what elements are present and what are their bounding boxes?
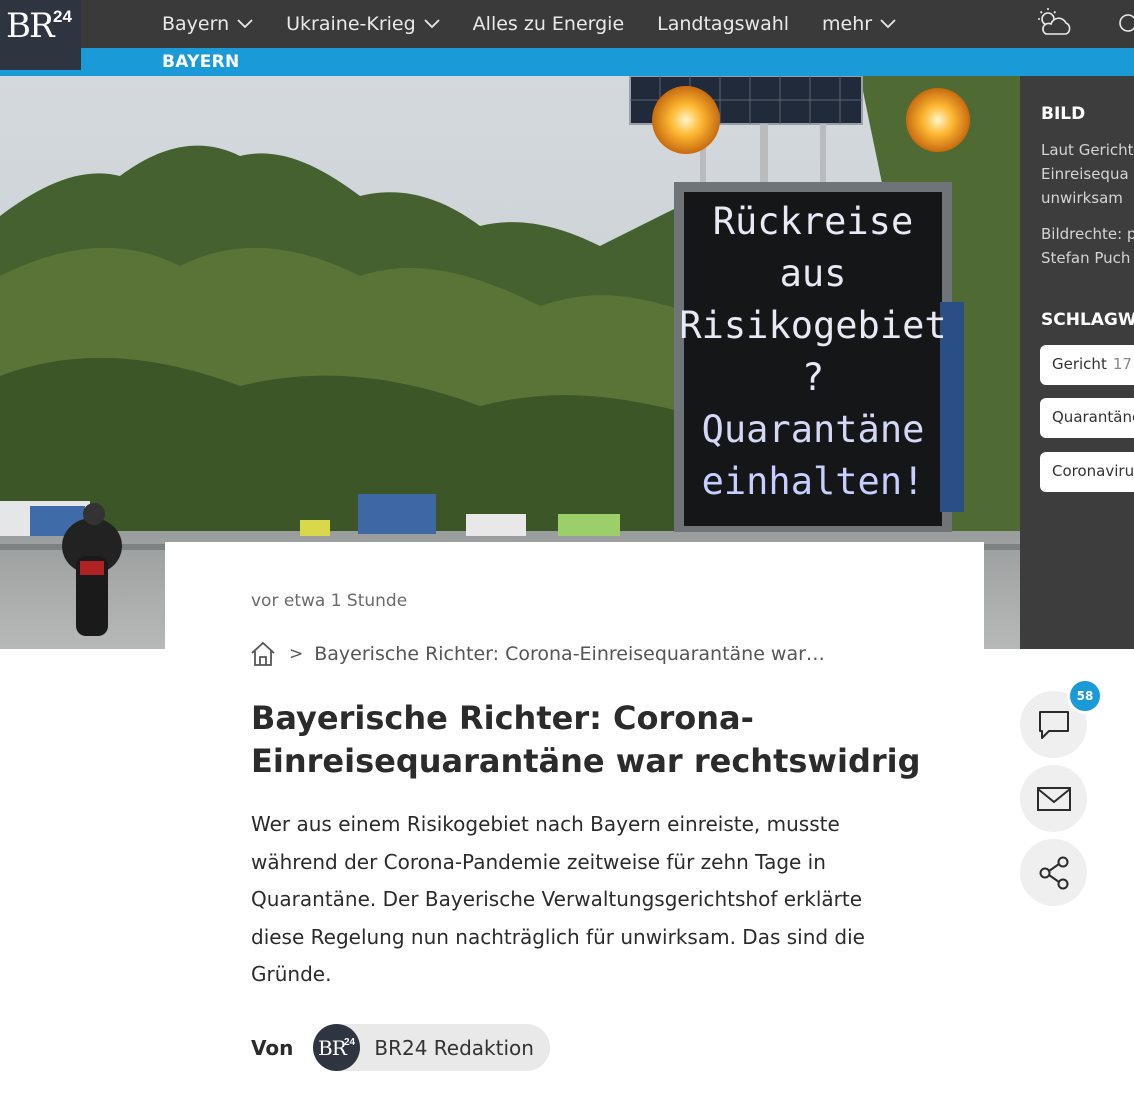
bild-heading: BILD: [1041, 104, 1086, 124]
svg-text:24: 24: [53, 7, 72, 26]
credit-line: Bildrechte: p: [1041, 225, 1134, 243]
nav-item-label: mehr: [822, 13, 873, 35]
avatar: BR 24: [313, 1024, 361, 1071]
nav-item-label: Landtagswahl: [657, 13, 790, 35]
tag-gericht[interactable]: Gericht 17: [1040, 345, 1134, 385]
section-bar: BAYERN: [0, 48, 1134, 76]
tag-count: 17: [1112, 355, 1132, 373]
more-icon[interactable]: [1116, 10, 1134, 40]
byline: Von BR 24 BR24 Redaktion: [251, 1024, 550, 1071]
caption-line: unwirksam: [1041, 189, 1123, 207]
nav-item-energie[interactable]: Alles zu Energie: [473, 13, 624, 35]
top-navigation-bar: Bayern Ukraine-Krieg Alles zu Energie La…: [0, 0, 1134, 48]
byline-prefix: Von: [251, 1035, 294, 1060]
breadcrumb-current: Bayerische Richter: Corona-Einreisequara…: [314, 643, 825, 665]
sign-line: Risikogebiet: [679, 304, 946, 347]
chevron-down-icon: [880, 19, 896, 29]
nav-item-label: Alles zu Energie: [472, 13, 625, 35]
partly-cloudy-icon: [1038, 8, 1071, 35]
chevron-down-icon: [237, 19, 253, 29]
tag-label: Coronaviru: [1052, 462, 1134, 480]
sign-line: einhalten!: [702, 460, 925, 503]
section-label[interactable]: BAYERN: [162, 52, 240, 72]
nav-item-label: Bayern: [162, 13, 230, 35]
article-teaser: Wer aus einem Risikogebiet nach Bayern e…: [251, 812, 865, 986]
home-icon[interactable]: [249, 640, 277, 668]
svg-text:BR: BR: [6, 6, 56, 44]
weather-widget[interactable]: [1034, 6, 1074, 42]
email-share-button[interactable]: [1020, 765, 1087, 832]
comment-count-badge: 58: [1067, 678, 1103, 714]
br24-logo[interactable]: BR 24: [0, 0, 81, 70]
nav-item-bayern[interactable]: Bayern: [162, 13, 253, 35]
breadcrumb: > Bayerische Richter: Corona-Einreisequa…: [249, 640, 825, 668]
tags-heading: SCHLAGWO: [1041, 310, 1134, 330]
br24-logo-mark: BR 24: [318, 1036, 356, 1060]
tag-quarantaene[interactable]: Quarantäne: [1040, 398, 1134, 438]
main-nav: Bayern Ukraine-Krieg Alles zu Energie La…: [162, 0, 929, 48]
breadcrumb-separator: >: [289, 644, 304, 664]
author-name: BR24 Redaktion: [374, 1035, 534, 1060]
tag-coronavirus[interactable]: Coronaviru: [1040, 452, 1134, 492]
sign-line: aus: [780, 252, 847, 295]
svg-text:24: 24: [344, 1037, 356, 1048]
br24-logo-mark: BR 24: [6, 6, 72, 44]
credit-line: Stefan Puch: [1041, 249, 1131, 267]
tag-label: Gericht: [1052, 355, 1107, 373]
chevron-down-icon: [424, 19, 440, 29]
sign-line: Quarantäne: [702, 408, 925, 451]
mail-icon: [1036, 786, 1071, 811]
comment-icon: [1038, 710, 1069, 739]
caption-line: Laut Gericht: [1041, 141, 1134, 159]
tag-label: Quarantäne: [1052, 408, 1134, 426]
sign-line: Rückreise: [713, 200, 913, 243]
nav-item-landtagswahl[interactable]: Landtagswahl: [657, 13, 789, 35]
nav-item-ukraine-krieg[interactable]: Ukraine-Krieg: [286, 13, 440, 35]
image-info-panel: BILD Laut Gericht Einreisequa unwirksam …: [1020, 76, 1134, 649]
author-chip[interactable]: BR 24 BR24 Redaktion: [313, 1024, 550, 1071]
article-timestamp: vor etwa 1 Stunde: [251, 591, 408, 611]
article-headline: Bayerische Richter: Corona-Einreisequara…: [251, 699, 921, 780]
caption-line: Einreisequa: [1041, 165, 1129, 183]
nav-item-mehr[interactable]: mehr: [822, 13, 896, 35]
share-icon: [1039, 856, 1068, 889]
nav-item-label: Ukraine-Krieg: [286, 13, 416, 35]
share-button[interactable]: [1020, 839, 1087, 906]
sign-line: ?: [802, 356, 824, 399]
